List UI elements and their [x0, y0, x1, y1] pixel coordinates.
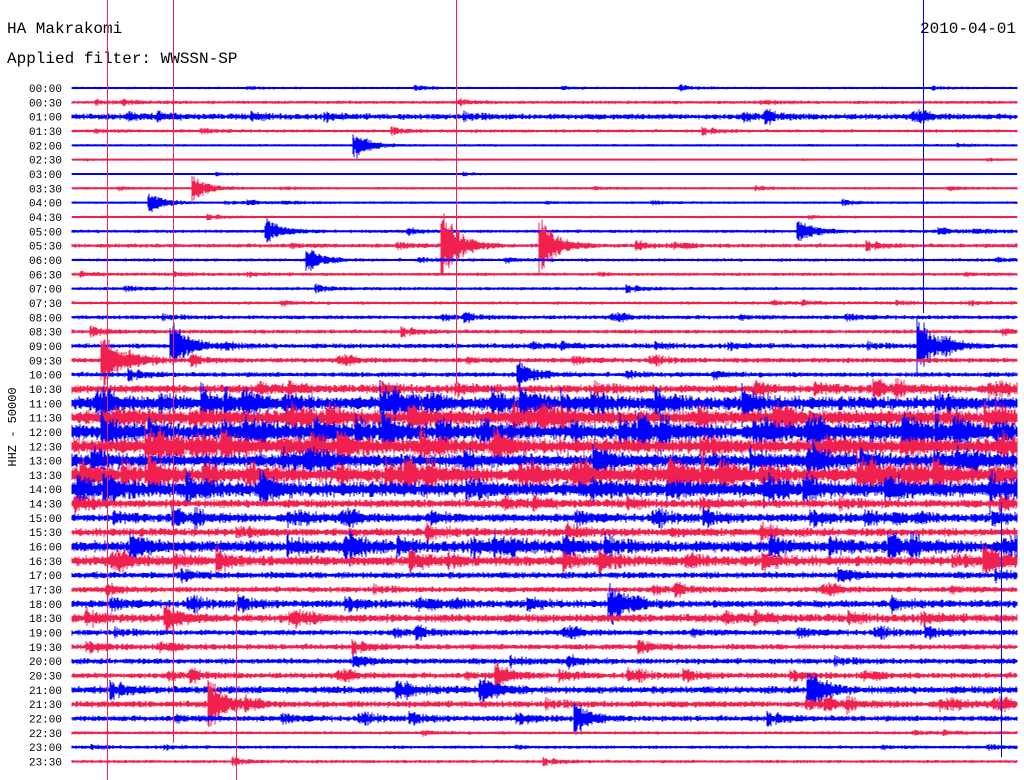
row-time-label: 04:00	[29, 199, 62, 211]
seismic-trace	[71, 507, 1018, 531]
row-time-label: 14:30	[29, 500, 62, 512]
row-time-label: 20:30	[29, 672, 62, 684]
seismic-trace	[71, 317, 1018, 377]
row-time-label: 17:30	[29, 586, 62, 598]
row-time-label: 08:30	[29, 328, 62, 340]
row-time-label: 03:00	[29, 170, 62, 182]
row-time-label: 12:00	[29, 428, 62, 440]
row-time-label: 21:30	[29, 700, 62, 712]
row-time-label: 00:00	[29, 84, 62, 96]
row-time-label: 07:00	[29, 285, 62, 297]
row-time-label: 01:00	[29, 113, 62, 125]
row-time-label: 05:30	[29, 242, 62, 254]
row-time-label: 15:00	[29, 514, 62, 526]
row-time-label: 22:00	[29, 715, 62, 727]
row-time-label: 22:30	[29, 729, 62, 741]
row-time-label: 23:30	[29, 758, 62, 770]
row-time-label: 19:30	[29, 643, 62, 655]
row-time-label: 11:30	[29, 414, 62, 426]
row-time-label: 09:30	[29, 356, 62, 368]
row-time-label: 13:30	[29, 471, 62, 483]
row-time-label: 09:00	[29, 342, 62, 354]
row-time-label: 03:30	[29, 184, 62, 196]
row-time-label: 06:30	[29, 270, 62, 282]
row-time-label: 04:30	[29, 213, 62, 225]
row-time-label: 10:00	[29, 371, 62, 383]
seismic-trace	[71, 134, 1018, 159]
row-time-label: 17:00	[29, 571, 62, 583]
row-time-label: 07:30	[29, 299, 62, 311]
helicorder-plot: 00:00 00:30 01:00 01:30 02:00 02:30 03:00 03:30…	[29, 0, 1018, 780]
row-time-label: 01:30	[29, 127, 62, 139]
row-time-label: 16:30	[29, 557, 62, 569]
row-time-label: 02:30	[29, 156, 62, 168]
row-time-label: 00:30	[29, 98, 62, 110]
row-time-label: 08:00	[29, 313, 62, 325]
row-time-label: 16:00	[29, 543, 62, 555]
row-time-label: 11:00	[29, 399, 62, 411]
row-time-label: 12:30	[29, 442, 62, 454]
traces	[71, 84, 1018, 767]
row-time-label: 15:30	[29, 528, 62, 540]
row-time-label: 05:00	[29, 227, 62, 239]
row-time-label: 23:00	[29, 743, 62, 755]
row-time-label: 20:00	[29, 657, 62, 669]
row-time-label: 18:30	[29, 614, 62, 626]
row-time-label: 18:00	[29, 600, 62, 612]
row-time-label: 21:00	[29, 686, 62, 698]
row-time-label: 14:00	[29, 485, 62, 497]
row-labels: 00:00 00:30 01:00 01:30 02:00 02:30 03:00 03:30…	[29, 84, 62, 770]
row-time-label: 19:00	[29, 629, 62, 641]
row-time-label: 13:00	[29, 457, 62, 469]
seismic-trace	[71, 213, 1018, 276]
row-time-label: 06:00	[29, 256, 62, 268]
row-time-label: 10:30	[29, 385, 62, 397]
row-time-label: 02:00	[29, 141, 62, 153]
